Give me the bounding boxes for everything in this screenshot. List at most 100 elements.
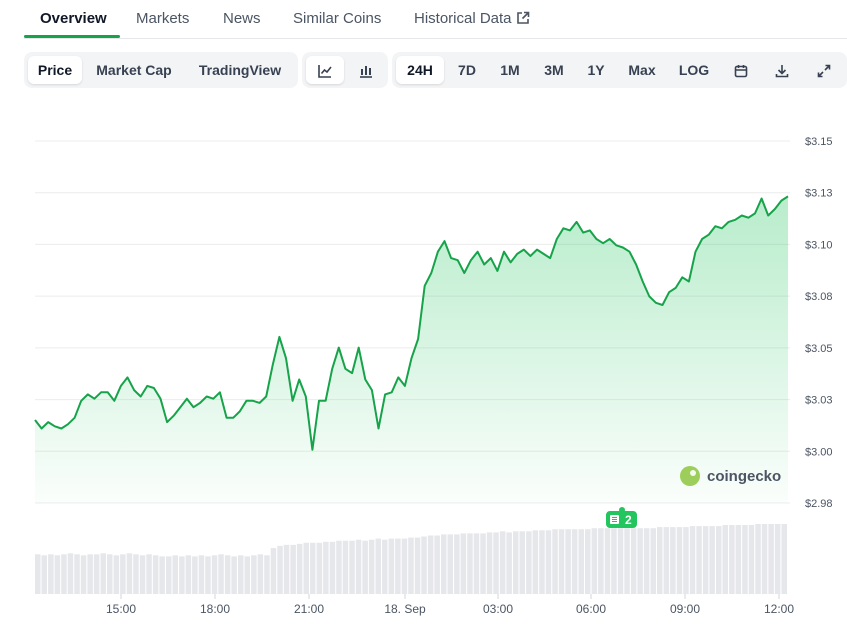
volume-bar — [342, 540, 349, 594]
volume-bar — [768, 524, 774, 594]
y-tick-label: $3.05 — [805, 343, 833, 355]
volume-bar — [709, 526, 715, 594]
volume-bar — [460, 533, 467, 594]
volume-bar — [336, 540, 342, 594]
volume-bar — [486, 532, 493, 594]
volume-bar — [316, 542, 323, 594]
price-chart[interactable]: $3.15 $3.13 $3.10 $3.08 $3.05 $3.03 $3.00 $2.98… — [0, 0, 847, 625]
volume-bar — [565, 529, 571, 594]
volume-bar — [676, 527, 683, 594]
volume-bar — [133, 554, 139, 594]
volume-bar — [454, 534, 460, 594]
volume-bar — [774, 524, 781, 594]
volume-bar — [441, 534, 447, 594]
news-event-count: 2 — [625, 513, 632, 527]
volume-bar — [755, 524, 761, 594]
volume-bar — [499, 531, 506, 594]
volume-bar — [277, 545, 283, 594]
volume-bar — [349, 540, 355, 594]
x-tick-label: 18. Sep — [384, 602, 426, 616]
volume-bar — [781, 524, 787, 594]
volume-bar — [74, 554, 80, 594]
volume-bar — [493, 532, 499, 594]
y-tick-label: $3.00 — [805, 446, 833, 458]
volume-bar — [571, 529, 578, 594]
volume-bar — [696, 526, 702, 594]
watermark-text: coingecko — [707, 468, 781, 485]
volume-bar — [152, 555, 159, 594]
volume-bar — [179, 556, 185, 594]
volume-bar — [532, 530, 539, 594]
volume-bar — [146, 554, 152, 594]
x-axis: 15:00 18:00 21:00 18. Sep 03:00 06:00 09:00 12:… — [106, 594, 794, 616]
volume-bar — [54, 555, 61, 594]
volume-bar — [611, 528, 617, 594]
volume-bar — [139, 555, 146, 594]
coingecko-watermark: coingecko — [680, 466, 781, 486]
volume-bar — [198, 555, 205, 594]
volume-bar — [257, 554, 264, 594]
volume-bar — [87, 554, 93, 594]
volume-bar — [473, 533, 480, 594]
volume-bar — [506, 532, 512, 594]
volume-bar — [375, 538, 381, 594]
volume-bar — [172, 555, 178, 594]
volume-bar — [427, 535, 434, 594]
volume-bar — [657, 527, 663, 594]
volume-bar — [519, 531, 525, 594]
volume-bar — [218, 554, 224, 594]
volume-bar — [598, 528, 604, 594]
volume-bar — [80, 555, 87, 594]
volume-bar — [545, 530, 552, 594]
volume-bar — [100, 553, 106, 594]
y-axis: $3.15 $3.13 $3.10 $3.08 $3.05 $3.03 $3.00 $2.98 — [805, 136, 833, 510]
volume-bar — [722, 525, 728, 594]
y-tick-label: $3.03 — [805, 395, 833, 407]
volume-bar — [283, 544, 290, 594]
volume-bar — [35, 554, 41, 594]
volume-bar — [467, 533, 473, 594]
x-tick-label: 18:00 — [200, 602, 230, 616]
y-tick-label: $3.13 — [805, 188, 833, 200]
volume-bar — [185, 555, 192, 594]
volume-bar — [48, 554, 54, 594]
volume-bar — [368, 539, 375, 594]
volume-bar — [61, 554, 67, 594]
volume-bar — [414, 537, 421, 594]
volume-bar — [310, 542, 316, 594]
volume-bar — [689, 526, 696, 594]
volume-bar — [238, 555, 244, 594]
volume-bar — [395, 538, 401, 594]
volume-bar — [702, 526, 709, 594]
volume-bar — [526, 531, 532, 594]
volume-bar — [159, 556, 165, 594]
volume-bar — [388, 538, 395, 594]
volume-bar — [624, 528, 630, 594]
volume-bar — [663, 527, 670, 594]
volume-bar — [126, 553, 133, 594]
volume-bar — [166, 556, 172, 594]
volume-bar — [290, 544, 296, 594]
volume-bar — [296, 543, 303, 594]
volume-bar — [67, 553, 74, 594]
volume-bar — [224, 555, 231, 594]
volume-bar — [617, 528, 624, 594]
volume-bar — [362, 540, 368, 594]
coingecko-logo-icon — [680, 466, 700, 486]
y-tick-label: $2.98 — [805, 498, 833, 510]
volume-bar — [480, 533, 486, 594]
volume-bar — [231, 556, 237, 594]
news-event-badge[interactable]: 2 — [606, 507, 637, 528]
volume-bar — [447, 534, 453, 594]
volume-bar — [558, 529, 565, 594]
y-tick-label: $3.15 — [805, 136, 833, 148]
volume-bars — [35, 524, 787, 594]
volume-bar — [716, 526, 722, 594]
volume-bar — [303, 542, 309, 594]
volume-bar — [578, 529, 584, 594]
volume-bar — [513, 531, 519, 594]
volume-bar — [585, 529, 591, 594]
volume-bar — [421, 536, 427, 594]
volume-bar — [323, 541, 329, 594]
volume-bar — [683, 527, 689, 594]
